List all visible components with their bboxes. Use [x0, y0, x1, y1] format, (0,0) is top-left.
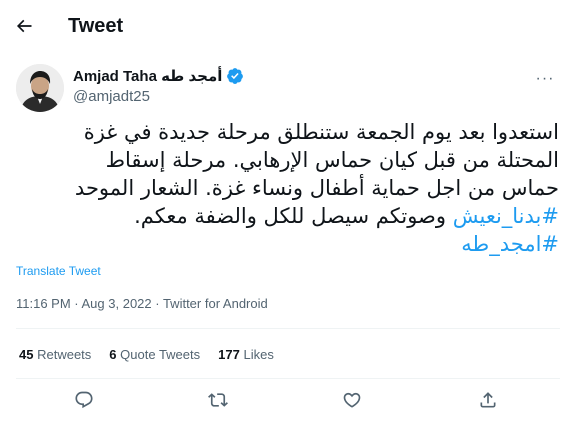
tweet-line: حماس من اجل حماية أطفال ونساء غزة. الشعا…: [74, 176, 559, 200]
tweet-text: استعدوا بعد يوم الجمعة ستنطلق مرحلة جديد…: [16, 118, 559, 258]
tweet-line: المحتلة من قبل كيان حماس الإرهابي. مرحلة…: [105, 148, 559, 172]
more-options-button[interactable]: ···: [530, 70, 560, 90]
tweet-line-text: وصوتكم سيصل للكل والضفة معكم.: [134, 204, 453, 228]
author-handle[interactable]: @amjadt25: [73, 88, 244, 105]
tweet-header: Tweet: [0, 0, 576, 53]
share-icon: [480, 392, 496, 408]
retweets-label: Retweets: [37, 347, 92, 362]
retweet-button[interactable]: [206, 388, 230, 412]
divider: [16, 378, 560, 379]
tweet-actions: [0, 388, 576, 416]
tweet-author: Amjad Taha أمجد طه @amjadt25 ···: [16, 64, 560, 112]
hashtag-link[interactable]: #امجد_طه: [461, 232, 559, 256]
like-button[interactable]: [340, 388, 364, 412]
likes-count: 177: [218, 347, 240, 362]
quote-tweets-count: 6: [109, 347, 117, 362]
reply-button[interactable]: [72, 388, 96, 412]
tweet-meta: 11:16 PM · Aug 3, 2022 · Twitter for And…: [16, 296, 268, 311]
page-title: Tweet: [68, 15, 124, 37]
quote-tweets-stat[interactable]: 6 Quote Tweets: [109, 347, 200, 362]
tweet-line: #بدنا_نعيش وصوتكم سيصل للكل والضفة معكم.: [16, 202, 559, 230]
tweet-source[interactable]: Twitter for Android: [163, 296, 268, 311]
avatar-photo: [16, 64, 64, 112]
avatar[interactable]: [16, 64, 64, 112]
author-display-name[interactable]: Amjad Taha أمجد طه: [73, 67, 222, 85]
quote-tweets-label: Quote Tweets: [120, 347, 201, 362]
retweet-icon: [208, 393, 228, 407]
arrow-left-icon: [16, 19, 32, 33]
verified-badge-icon: [227, 68, 244, 84]
hashtag-link[interactable]: #بدنا_نعيش: [453, 204, 559, 228]
retweets-count: 45: [19, 347, 34, 362]
tweet-line: استعدوا بعد يوم الجمعة ستنطلق مرحلة جديد…: [83, 120, 559, 144]
author-names: Amjad Taha أمجد طه @amjadt25: [73, 66, 244, 105]
tweet-timestamp[interactable]: 11:16 PM · Aug 3, 2022 ·: [16, 296, 163, 311]
likes-label: Likes: [243, 347, 274, 362]
retweets-stat[interactable]: 45 Retweets: [19, 347, 91, 362]
translate-tweet-link[interactable]: Translate Tweet: [16, 264, 101, 278]
like-icon: [343, 392, 361, 408]
share-button[interactable]: [476, 388, 500, 412]
likes-stat[interactable]: 177 Likes: [218, 347, 274, 362]
divider: [16, 328, 560, 329]
reply-icon: [75, 391, 93, 409]
tweet-line: #امجد_طه: [16, 230, 559, 258]
tweet-stats: 45 Retweets 6 Quote Tweets 177 Likes: [19, 347, 274, 362]
back-button[interactable]: [12, 14, 36, 38]
